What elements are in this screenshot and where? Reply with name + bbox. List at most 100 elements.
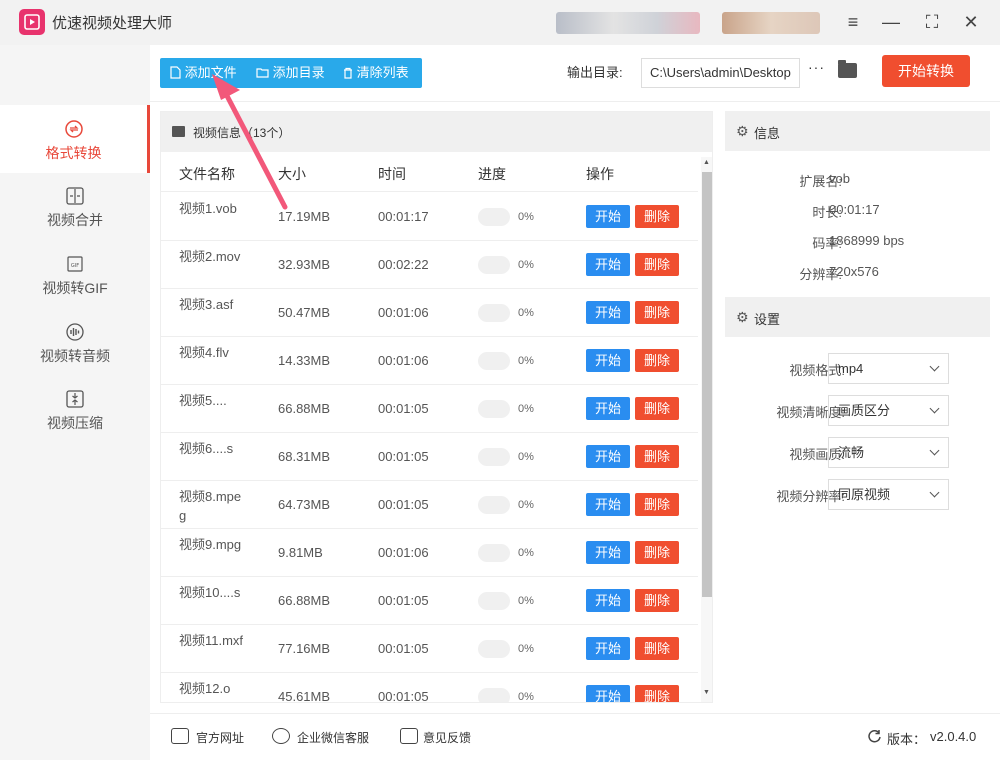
trash-icon <box>344 67 352 79</box>
row-start-button[interactable]: 开始 <box>586 301 630 324</box>
table-row[interactable]: 视频12.o 45.61MB 00:01:05 0% 开始 删除 <box>161 673 698 703</box>
sidebar-item-video-merge[interactable]: 视频合并 <box>0 172 150 240</box>
chevron-down-icon <box>929 361 940 372</box>
table-row[interactable]: 视频1.vob 17.19MB 00:01:17 0% 开始 删除 <box>161 193 698 241</box>
website-icon <box>171 728 189 744</box>
row-start-button[interactable]: 开始 <box>586 541 630 564</box>
file-duration: 00:01:17 <box>378 209 429 224</box>
info-value: vob <box>829 171 850 186</box>
row-delete-button[interactable]: 删除 <box>635 301 679 324</box>
progress-percent: 0% <box>518 355 534 367</box>
table-row[interactable]: 视频4.flv 14.33MB 00:01:06 0% 开始 删除 <box>161 337 698 385</box>
resolution-select[interactable]: 同原视频 <box>828 479 949 510</box>
clarity-select[interactable]: 画质区分 <box>828 395 949 426</box>
settings-title: 设置 <box>754 312 781 327</box>
version-label: 版本： <box>887 732 927 747</box>
file-name: 视频1.vob <box>179 201 237 216</box>
row-delete-button[interactable]: 删除 <box>635 637 679 660</box>
clear-list-button[interactable]: 清除列表 <box>343 58 409 88</box>
table-row[interactable]: 视频8.mpeg 64.73MB 00:01:05 0% 开始 删除 <box>161 481 698 529</box>
open-folder-icon[interactable] <box>838 60 857 78</box>
website-link[interactable]: 官方网址 <box>196 729 244 746</box>
row-start-button[interactable]: 开始 <box>586 349 630 372</box>
file-name: 视频9.mpg <box>179 537 242 552</box>
sidebar-item-video-to-audio[interactable]: 视频转音频 <box>0 308 150 376</box>
quality-select[interactable]: 流畅 <box>828 437 949 468</box>
table-row[interactable]: 视频10....s 66.88MB 00:01:05 0% 开始 删除 <box>161 577 698 625</box>
row-delete-button[interactable]: 删除 <box>635 349 679 372</box>
row-start-button[interactable]: 开始 <box>586 397 630 420</box>
row-delete-button[interactable]: 删除 <box>635 445 679 468</box>
sidebar-item-label: 视频压缩 <box>47 415 103 431</box>
sidebar-item-format-convert[interactable]: 格式转换 <box>0 105 150 173</box>
sidebar-item-video-to-gif[interactable]: GIF 视频转GIF <box>0 240 150 308</box>
progress-bar <box>478 592 510 610</box>
progress-bar <box>478 496 510 514</box>
row-delete-button[interactable]: 删除 <box>635 205 679 228</box>
table-row[interactable]: 视频5.... 66.88MB 00:01:05 0% 开始 删除 <box>161 385 698 433</box>
info-value: 720x576 <box>829 264 879 279</box>
progress-percent: 0% <box>518 691 534 703</box>
file-size: 66.88MB <box>278 401 331 416</box>
blurred-user-info <box>556 12 700 34</box>
minimize-icon[interactable]: — <box>878 8 904 36</box>
output-dir-input[interactable]: C:\Users\admin\Desktop <box>641 58 800 88</box>
scrollbar-thumb[interactable] <box>702 172 712 597</box>
row-start-button[interactable]: 开始 <box>586 589 630 612</box>
progress-bar <box>478 400 510 418</box>
add-folder-button[interactable]: 添加目录 <box>256 58 325 88</box>
row-delete-button[interactable]: 删除 <box>635 397 679 420</box>
menu-icon[interactable]: ≡ <box>840 8 866 36</box>
row-start-button[interactable]: 开始 <box>586 493 630 516</box>
row-start-button[interactable]: 开始 <box>586 205 630 228</box>
format-select[interactable]: mp4 <box>828 353 949 384</box>
file-size: 9.81MB <box>278 545 323 560</box>
footer: 官方网址 企业微信客服 意见反馈 版本： v2.0.4.0 <box>150 713 1000 760</box>
table-row[interactable]: 视频2.mov 32.93MB 00:02:22 0% 开始 删除 <box>161 241 698 289</box>
file-name: 视频11.mxf <box>179 633 244 648</box>
sidebar-item-video-compress[interactable]: 视频压缩 <box>0 375 150 443</box>
chevron-down-icon <box>929 403 940 414</box>
row-delete-button[interactable]: 删除 <box>635 589 679 612</box>
svg-text:GIF: GIF <box>71 263 79 269</box>
row-delete-button[interactable]: 删除 <box>635 493 679 516</box>
feedback-icon <box>400 728 418 744</box>
gear-icon: ⚙ <box>736 123 749 139</box>
progress-percent: 0% <box>518 259 534 271</box>
version-value: v2.0.4.0 <box>930 729 977 744</box>
row-start-button[interactable]: 开始 <box>586 445 630 468</box>
merge-icon <box>65 186 85 206</box>
row-delete-button[interactable]: 删除 <box>635 541 679 564</box>
scroll-up-icon[interactable]: ▲ <box>703 159 710 166</box>
file-duration: 00:01:05 <box>378 449 429 464</box>
row-start-button[interactable]: 开始 <box>586 253 630 276</box>
wechat-service-link[interactable]: 企业微信客服 <box>297 729 369 746</box>
row-start-button[interactable]: 开始 <box>586 637 630 660</box>
start-convert-button[interactable]: 开始转换 <box>882 55 970 87</box>
table-row[interactable]: 视频11.mxf 77.16MB 00:01:05 0% 开始 删除 <box>161 625 698 673</box>
maximize-icon[interactable]: ⛶ <box>919 8 945 36</box>
file-duration: 00:01:05 <box>378 641 429 656</box>
row-delete-button[interactable]: 删除 <box>635 253 679 276</box>
info-row-bitrate: 码率: 1868999 bps <box>725 233 990 251</box>
settings-header: ⚙ 设置 <box>725 297 990 337</box>
file-name: 视频5.... <box>179 393 227 408</box>
file-size: 45.61MB <box>278 689 331 703</box>
add-folder-label: 添加目录 <box>272 65 325 80</box>
feedback-link[interactable]: 意见反馈 <box>423 729 471 746</box>
row-delete-button[interactable]: 删除 <box>635 685 679 702</box>
scroll-down-icon[interactable]: ▼ <box>703 689 710 696</box>
table-row[interactable]: 视频9.mpg 9.81MB 00:01:06 0% 开始 删除 <box>161 529 698 577</box>
progress-percent: 0% <box>518 211 534 223</box>
file-size: 32.93MB <box>278 257 331 272</box>
table-row[interactable]: 视频6....s 68.31MB 00:01:05 0% 开始 删除 <box>161 433 698 481</box>
convert-icon <box>64 119 84 139</box>
more-options-button[interactable]: ··· <box>808 59 825 75</box>
row-start-button[interactable]: 开始 <box>586 685 630 702</box>
add-file-button[interactable]: 添加文件 <box>170 58 237 88</box>
close-icon[interactable]: ✕ <box>958 8 984 36</box>
table-row[interactable]: 视频3.asf 50.47MB 00:01:06 0% 开始 删除 <box>161 289 698 337</box>
quality-value: 流畅 <box>838 445 865 460</box>
file-size: 64.73MB <box>278 497 331 512</box>
clear-list-label: 清除列表 <box>356 65 409 80</box>
